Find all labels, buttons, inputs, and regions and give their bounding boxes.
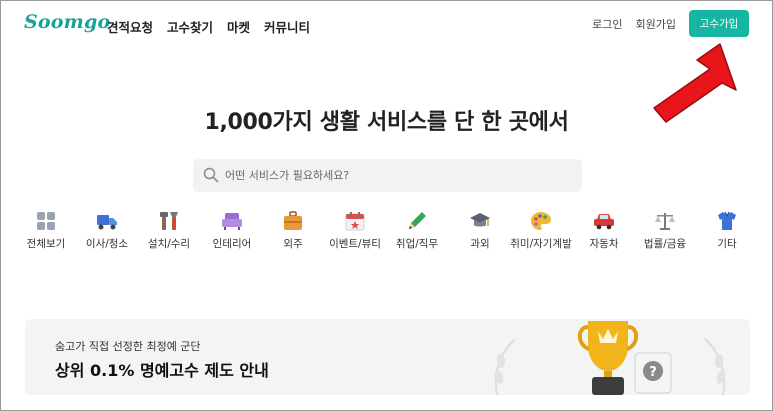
shirt-icon xyxy=(718,211,736,230)
hero-title: 1,000가지 생활 서비스를 단 한 곳에서 xyxy=(204,110,569,135)
search-icon xyxy=(203,167,219,183)
palette-icon xyxy=(531,212,551,230)
tools-icon xyxy=(160,212,178,230)
category-etc[interactable]: 기타 xyxy=(687,210,767,251)
category-list: 전체보기 이사/청소 설치/수리 인테리어 외주 이벤트/뷰티 취업/직무 과외… xyxy=(20,210,760,252)
grid-icon xyxy=(37,212,55,230)
briefcase-icon xyxy=(284,211,302,230)
car-icon xyxy=(594,214,614,230)
soomgo-logo[interactable]: Soomgo xyxy=(24,11,110,33)
graduation-cap-icon xyxy=(470,213,490,227)
pencil-icon xyxy=(409,212,426,229)
search-bar[interactable] xyxy=(193,159,582,192)
trophy-illustration: ? xyxy=(494,321,726,395)
calendar-icon xyxy=(345,212,365,231)
nav-community[interactable]: 커뮤니티 xyxy=(264,17,310,36)
main-nav: 견적요청 고수찾기 마켓 커뮤니티 xyxy=(107,17,310,36)
honor-pro-banner[interactable]: 숨고가 직접 선정한 최정예 군단 상위 0.1% 명예고수 제도 안내 ? xyxy=(25,319,750,395)
banner-title: 상위 0.1% 명예고수 제도 안내 xyxy=(55,361,269,380)
auth-links: 로그인 회원가입 고수가입 xyxy=(592,10,749,37)
login-link[interactable]: 로그인 xyxy=(592,16,622,32)
search-input[interactable] xyxy=(225,159,565,192)
sofa-icon xyxy=(222,213,242,230)
signup-link[interactable]: 회원가입 xyxy=(636,16,676,32)
nav-find-pro[interactable]: 고수찾기 xyxy=(167,17,213,36)
scale-icon xyxy=(655,213,675,230)
category-label: 기타 xyxy=(717,238,737,250)
svg-text:?: ? xyxy=(649,365,657,380)
nav-request-quote[interactable]: 견적요청 xyxy=(107,17,153,36)
banner-subtitle: 숨고가 직접 선정한 최정예 군단 xyxy=(55,340,201,353)
nav-market[interactable]: 마켓 xyxy=(227,17,250,36)
truck-icon xyxy=(97,215,117,230)
pro-signup-button[interactable]: 고수가입 xyxy=(689,10,749,37)
